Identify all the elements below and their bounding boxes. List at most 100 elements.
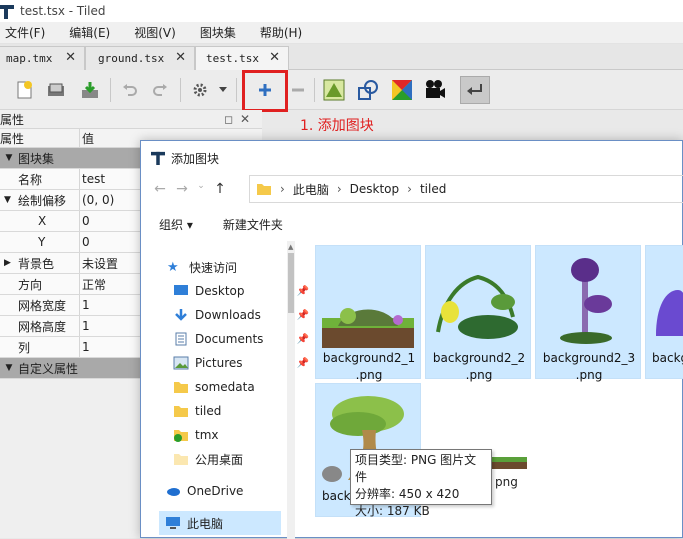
chevron-down-icon: ▼ <box>5 153 13 163</box>
menu-bar: 文件(F) 编辑(E) 视图(V) 图块集 帮助(H) <box>0 22 683 44</box>
tab-map-tmx[interactable]: map.tmx ✕ <box>0 46 85 70</box>
close-icon[interactable]: ✕ <box>269 50 280 65</box>
nav-onedrive[interactable]: OneDrive <box>165 479 305 503</box>
organize-button[interactable]: 组织 ▾ <box>159 216 193 233</box>
cloud-icon <box>167 488 180 496</box>
property-value[interactable]: 1 <box>80 319 90 333</box>
document-icon <box>175 332 187 346</box>
breadcrumb-item[interactable]: 此电脑 <box>293 181 329 198</box>
nav-label: OneDrive <box>187 484 244 498</box>
property-value[interactable]: 1 <box>80 340 90 354</box>
dialog-title-bar: 添加图块 <box>141 141 682 175</box>
new-folder-button[interactable]: 新建文件夹 <box>223 216 283 233</box>
image-thumbnail <box>656 290 683 336</box>
property-key: 列 <box>0 337 80 357</box>
property-key: 方向 <box>0 274 80 294</box>
nav-this-pc[interactable]: 此电脑 <box>159 511 281 535</box>
menu-edit[interactable]: 编辑(E) <box>64 24 115 41</box>
pin-icon: 📌 <box>296 309 309 321</box>
column-name[interactable]: 属性 <box>0 129 80 147</box>
property-value[interactable]: 未设置 <box>80 255 118 272</box>
chevron-right-icon: ▶ <box>4 258 11 268</box>
pin-icon: 📌 <box>296 333 309 345</box>
panel-title: 属性 <box>0 112 25 127</box>
scroll-up-icon[interactable]: ▲ <box>288 243 293 251</box>
property-key: X <box>0 211 80 231</box>
breadcrumb-item[interactable]: tiled <box>420 182 446 196</box>
breadcrumb[interactable]: › 此电脑 › Desktop › tiled <box>249 175 683 203</box>
save-file-icon[interactable] <box>78 78 102 102</box>
group-label: 图块集 <box>18 151 55 166</box>
close-icon[interactable]: ✕ <box>240 112 250 126</box>
tab-label: map.tmx <box>6 52 53 65</box>
nav-label: tmx <box>195 428 219 442</box>
image-thumbnail <box>436 274 518 339</box>
tooltip-line: 大小: 187 KB <box>355 504 430 518</box>
file-item[interactable]: backg <box>645 245 683 379</box>
group-label: 自定义属性 <box>18 361 79 376</box>
pictures-icon <box>173 356 189 370</box>
chevron-right-icon: › <box>407 182 412 196</box>
wang-colors-icon[interactable] <box>390 78 414 102</box>
up-arrow-icon[interactable]: ↑ <box>209 181 231 197</box>
navigation-pane: ★ 快速访问 Desktop 📌 Downloads 📌 Documents 📌… <box>141 241 309 539</box>
property-value[interactable]: 0 <box>80 235 90 249</box>
tab-test-tsx[interactable]: test.tsx ✕ <box>195 46 289 70</box>
file-item[interactable]: background2_2 .png <box>425 245 531 382</box>
scroll-thumb[interactable] <box>288 253 294 313</box>
float-icon[interactable]: ◻ <box>224 113 233 126</box>
open-file-icon[interactable] <box>44 78 68 102</box>
menu-file[interactable]: 文件(F) <box>0 24 50 41</box>
chevron-right-icon: › <box>336 182 342 196</box>
close-icon[interactable]: ✕ <box>65 50 76 65</box>
file-item[interactable]: background2_3 .png <box>535 245 641 382</box>
back-arrow-icon[interactable] <box>460 76 490 104</box>
nav-label: 快速访问 <box>189 260 238 275</box>
redo-icon[interactable] <box>148 78 172 102</box>
tab-ground-tsx[interactable]: ground.tsx ✕ <box>85 46 195 70</box>
tiled-app-icon <box>151 151 165 165</box>
column-value[interactable]: 值 <box>80 129 94 147</box>
nav-label: Downloads <box>195 308 261 322</box>
forward-arrow-icon[interactable]: → <box>171 181 193 197</box>
menu-help[interactable]: 帮助(H) <box>255 24 307 41</box>
back-arrow-icon[interactable]: ← <box>149 181 171 197</box>
nav-label: Desktop <box>195 284 245 298</box>
edit-terrain-icon[interactable] <box>322 78 346 102</box>
folder-icon <box>257 184 271 195</box>
file-name: background2_2 .png <box>432 351 526 382</box>
file-name: backg <box>652 351 683 365</box>
close-icon[interactable]: ✕ <box>175 50 186 65</box>
chevron-down-icon[interactable]: ⌄ <box>193 181 209 197</box>
collision-shapes-icon[interactable] <box>356 78 380 102</box>
property-key: 网格宽度 <box>0 295 80 315</box>
property-key-text: 绘制偏移 <box>18 193 67 208</box>
command-bar: 组织 ▾ 新建文件夹 <box>141 211 683 237</box>
window-title: test.tsx - Tiled <box>20 4 106 18</box>
breadcrumb-item[interactable]: Desktop <box>350 182 400 196</box>
menu-tileset[interactable]: 图块集 <box>195 24 241 41</box>
property-key: ▶ 背景色 <box>0 253 80 273</box>
command-gear-icon[interactable] <box>190 78 214 102</box>
nav-label: tiled <box>195 404 222 418</box>
property-value[interactable]: 0 <box>80 214 90 228</box>
folder-icon <box>174 454 188 465</box>
menu-view[interactable]: 视图(V) <box>129 24 181 41</box>
property-value[interactable]: 1 <box>80 298 90 312</box>
chevron-down-icon[interactable] <box>216 78 230 102</box>
nav-label: 此电脑 <box>187 516 224 531</box>
new-file-icon[interactable] <box>12 78 36 102</box>
animation-editor-icon[interactable] <box>423 78 447 102</box>
remove-tile-button[interactable] <box>286 78 310 102</box>
panel-header: 属性 ◻ ✕ <box>0 110 262 128</box>
undo-icon[interactable] <box>118 78 142 102</box>
scrollbar[interactable]: ▲ <box>287 241 295 539</box>
property-value[interactable]: (0, 0) <box>80 193 114 207</box>
nav-quick-access[interactable]: ★ 快速访问 <box>167 255 307 279</box>
file-item[interactable]: background2_1 .png <box>315 245 421 382</box>
title-bar: test.tsx - Tiled <box>0 0 683 22</box>
property-value[interactable]: 正常 <box>80 276 106 293</box>
file-name: png <box>495 475 518 489</box>
property-value[interactable]: test <box>80 172 105 186</box>
image-thumbnail <box>322 308 414 348</box>
